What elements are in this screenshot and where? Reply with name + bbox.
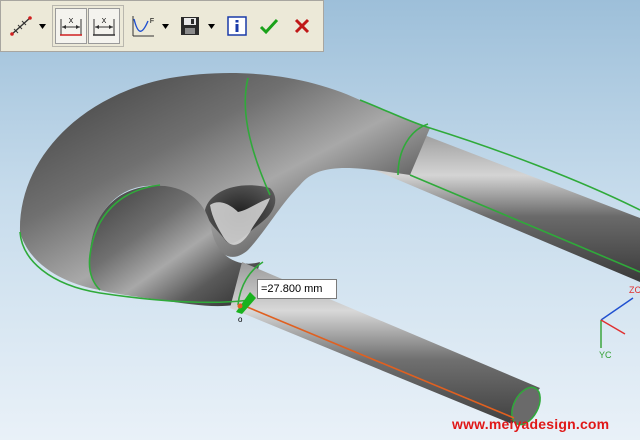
ruler-measure-button[interactable]: [5, 8, 37, 44]
curve-function-button[interactable]: F: [128, 8, 160, 44]
dimension-x-icon: X: [59, 18, 82, 36]
curve-function-icon: F: [132, 16, 155, 37]
measure-point: [237, 303, 243, 309]
cancel-x-icon: [295, 18, 310, 34]
cancel-button[interactable]: [286, 8, 318, 44]
dimension-button-group: X X: [51, 5, 124, 47]
save-button[interactable]: [174, 8, 206, 44]
chevron-down-icon: [208, 23, 216, 29]
info-button[interactable]: [221, 8, 253, 44]
save-icon: [181, 17, 200, 35]
dimension-x-alt-icon: X: [92, 18, 115, 36]
dimension-x-alt-button[interactable]: X: [87, 8, 120, 44]
ruler-measure-dropdown[interactable]: [38, 8, 48, 44]
curve-function-dropdown[interactable]: [160, 8, 170, 44]
measure-toolbar: X X F: [0, 0, 324, 52]
dimension-x-alt-label: X: [101, 18, 106, 25]
dimension-x-button[interactable]: X: [54, 8, 87, 44]
curve-function-label: F: [150, 18, 154, 25]
coordinate-triad: [600, 297, 634, 348]
save-dropdown[interactable]: [207, 8, 217, 44]
axis-label-z: ZC: [629, 285, 640, 295]
model-canvas: [19, 73, 640, 426]
info-icon: [226, 16, 247, 36]
chevron-down-icon: [161, 23, 169, 29]
graphics-viewport[interactable]: ZC YC o: [0, 0, 640, 440]
ok-check-icon: [260, 18, 279, 35]
point-marker-label: o: [238, 315, 243, 324]
ruler-measure-icon: [10, 16, 32, 36]
axis-label-y: YC: [599, 350, 612, 360]
ok-button[interactable]: [254, 8, 286, 44]
chevron-down-icon: [39, 23, 47, 29]
measurement-readout: =27.800 mm: [257, 279, 337, 299]
watermark-text: www.meiyadesign.com: [452, 416, 610, 432]
dimension-x-label: X: [68, 18, 73, 25]
